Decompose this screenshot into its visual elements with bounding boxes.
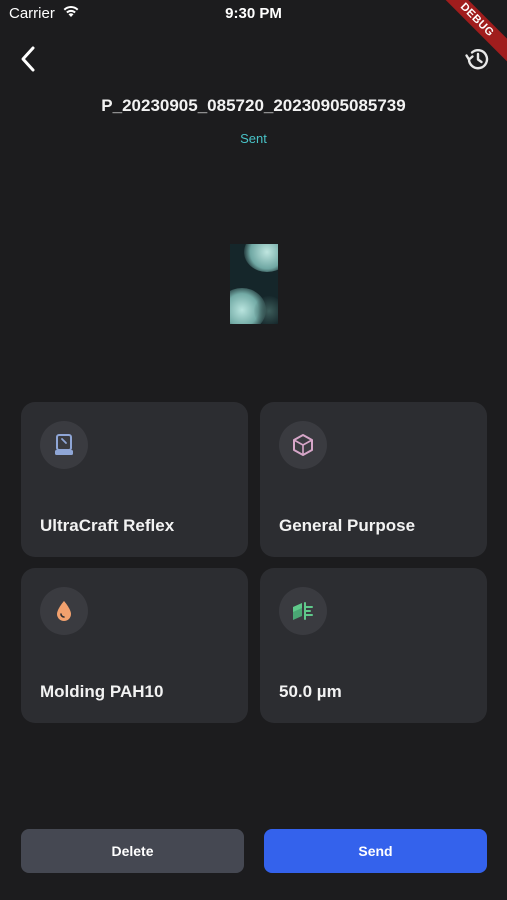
history-button[interactable] [463,45,491,73]
cube-icon [279,421,327,469]
file-thumbnail [230,244,278,324]
layer-thickness-label: 50.0 µm [279,682,342,701]
layer-thickness-card[interactable]: 50.0 µm [260,568,487,723]
chevron-left-icon [21,46,35,72]
material-card[interactable]: Molding PAH10 [21,568,248,723]
status-badge: Sent [240,131,267,146]
profile-card[interactable]: General Purpose [260,402,487,557]
file-title: P_20230905_085720_20230905085739 [101,96,406,115]
layers-icon [279,587,327,635]
printer-card[interactable]: UltraCraft Reflex [21,402,248,557]
status-bar: Carrier 9:30 PM [0,0,507,30]
clock: 9:30 PM [225,5,282,22]
back-button[interactable] [16,44,42,74]
history-icon [465,49,489,70]
droplet-icon [40,587,88,635]
material-label: Molding PAH10 [40,682,164,701]
delete-button[interactable]: Delete [21,829,244,873]
printer-icon [40,421,88,469]
profile-label: General Purpose [279,516,416,535]
send-button[interactable]: Send [264,829,487,873]
printer-label: UltraCraft Reflex [40,516,175,535]
